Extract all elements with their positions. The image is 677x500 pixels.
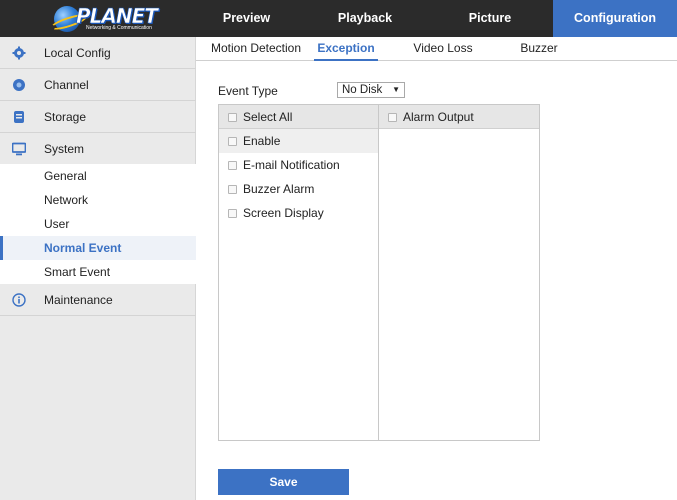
select-all-label: Select All bbox=[243, 110, 293, 124]
sidebar-item-label: System bbox=[44, 142, 85, 156]
sidebar-subitem-label: Network bbox=[44, 193, 89, 207]
select-all-checkbox[interactable] bbox=[228, 113, 237, 122]
screen-display-label: Screen Display bbox=[243, 206, 324, 220]
sidebar-subitem-smart-event[interactable]: Smart Event bbox=[0, 260, 196, 284]
subtab-bar: Motion Detection Exception Video Loss Bu… bbox=[196, 37, 677, 61]
sidebar-item-storage[interactable]: Storage bbox=[0, 101, 196, 133]
enable-label: Enable bbox=[243, 134, 281, 148]
tab-playback[interactable]: Playback bbox=[303, 0, 427, 37]
save-button[interactable]: Save bbox=[218, 469, 349, 495]
sidebar-item-label: Local Config bbox=[44, 46, 111, 60]
alarm-output-header: Alarm Output bbox=[379, 105, 539, 129]
planet-logo: PLANET Networking & Communication bbox=[54, 4, 158, 32]
sidebar-item-local-config[interactable]: Local Config bbox=[0, 37, 196, 69]
event-type-select[interactable]: No Disk ▼ bbox=[337, 82, 405, 98]
tab-exception[interactable]: Exception bbox=[314, 37, 378, 61]
tab-buzzer[interactable]: Buzzer bbox=[514, 37, 564, 61]
tab-picture[interactable]: Picture bbox=[427, 0, 553, 37]
email-notification-checkbox[interactable] bbox=[228, 161, 237, 170]
tab-configuration[interactable]: Configuration bbox=[553, 0, 677, 37]
email-notification-label: E-mail Notification bbox=[243, 158, 340, 172]
event-type-label: Event Type bbox=[218, 84, 278, 98]
tab-preview[interactable]: Preview bbox=[190, 0, 303, 37]
sidebar-item-label: Channel bbox=[44, 78, 89, 92]
list-item-enable[interactable]: Enable bbox=[219, 129, 378, 153]
screen-display-checkbox[interactable] bbox=[228, 209, 237, 218]
event-type-value: No Disk bbox=[342, 84, 383, 96]
dropdown-arrow-icon: ▼ bbox=[392, 85, 400, 94]
sidebar-subitem-label: Smart Event bbox=[44, 265, 111, 279]
info-icon bbox=[12, 293, 26, 307]
logo-subtitle: Networking & Communication bbox=[86, 25, 152, 31]
camera-icon bbox=[13, 79, 25, 91]
top-navigation-bar: PLANET Networking & Communication Previe… bbox=[0, 0, 677, 37]
sidebar-item-label: Maintenance bbox=[44, 293, 113, 307]
sidebar: Local Config Channel Storage System Gene… bbox=[0, 37, 196, 500]
column-divider bbox=[378, 105, 379, 440]
alarm-output-checkbox[interactable] bbox=[388, 113, 397, 122]
list-item-email-notification[interactable]: E-mail Notification bbox=[219, 153, 378, 177]
alarm-output-label: Alarm Output bbox=[403, 110, 474, 124]
sidebar-item-channel[interactable]: Channel bbox=[0, 69, 196, 101]
tab-video-loss[interactable]: Video Loss bbox=[404, 37, 482, 61]
buzzer-alarm-checkbox[interactable] bbox=[228, 185, 237, 194]
sidebar-item-system[interactable]: System bbox=[0, 133, 196, 165]
sidebar-subitem-network[interactable]: Network bbox=[0, 188, 196, 212]
sidebar-subitem-user[interactable]: User bbox=[0, 212, 196, 236]
tab-motion-detection[interactable]: Motion Detection bbox=[206, 37, 306, 61]
sidebar-subitem-label: Normal Event bbox=[44, 241, 122, 255]
storage-icon bbox=[14, 111, 24, 123]
sidebar-item-label: Storage bbox=[44, 110, 87, 124]
enable-checkbox[interactable] bbox=[228, 137, 237, 146]
sidebar-item-maintenance[interactable]: Maintenance bbox=[0, 284, 196, 316]
linkage-panel: Select All Alarm Output Enable E-mail No… bbox=[218, 104, 540, 441]
sidebar-subitem-general[interactable]: General bbox=[0, 164, 196, 188]
monitor-icon bbox=[12, 142, 26, 156]
gear-icon bbox=[12, 46, 26, 60]
list-item-buzzer-alarm[interactable]: Buzzer Alarm bbox=[219, 177, 378, 201]
select-all-header: Select All bbox=[219, 105, 378, 129]
list-item-screen-display[interactable]: Screen Display bbox=[219, 201, 378, 225]
sidebar-subitem-label: General bbox=[44, 169, 87, 183]
sidebar-subitem-label: User bbox=[44, 217, 70, 231]
buzzer-alarm-label: Buzzer Alarm bbox=[243, 182, 315, 196]
sidebar-subitem-normal-event[interactable]: Normal Event bbox=[0, 236, 196, 260]
